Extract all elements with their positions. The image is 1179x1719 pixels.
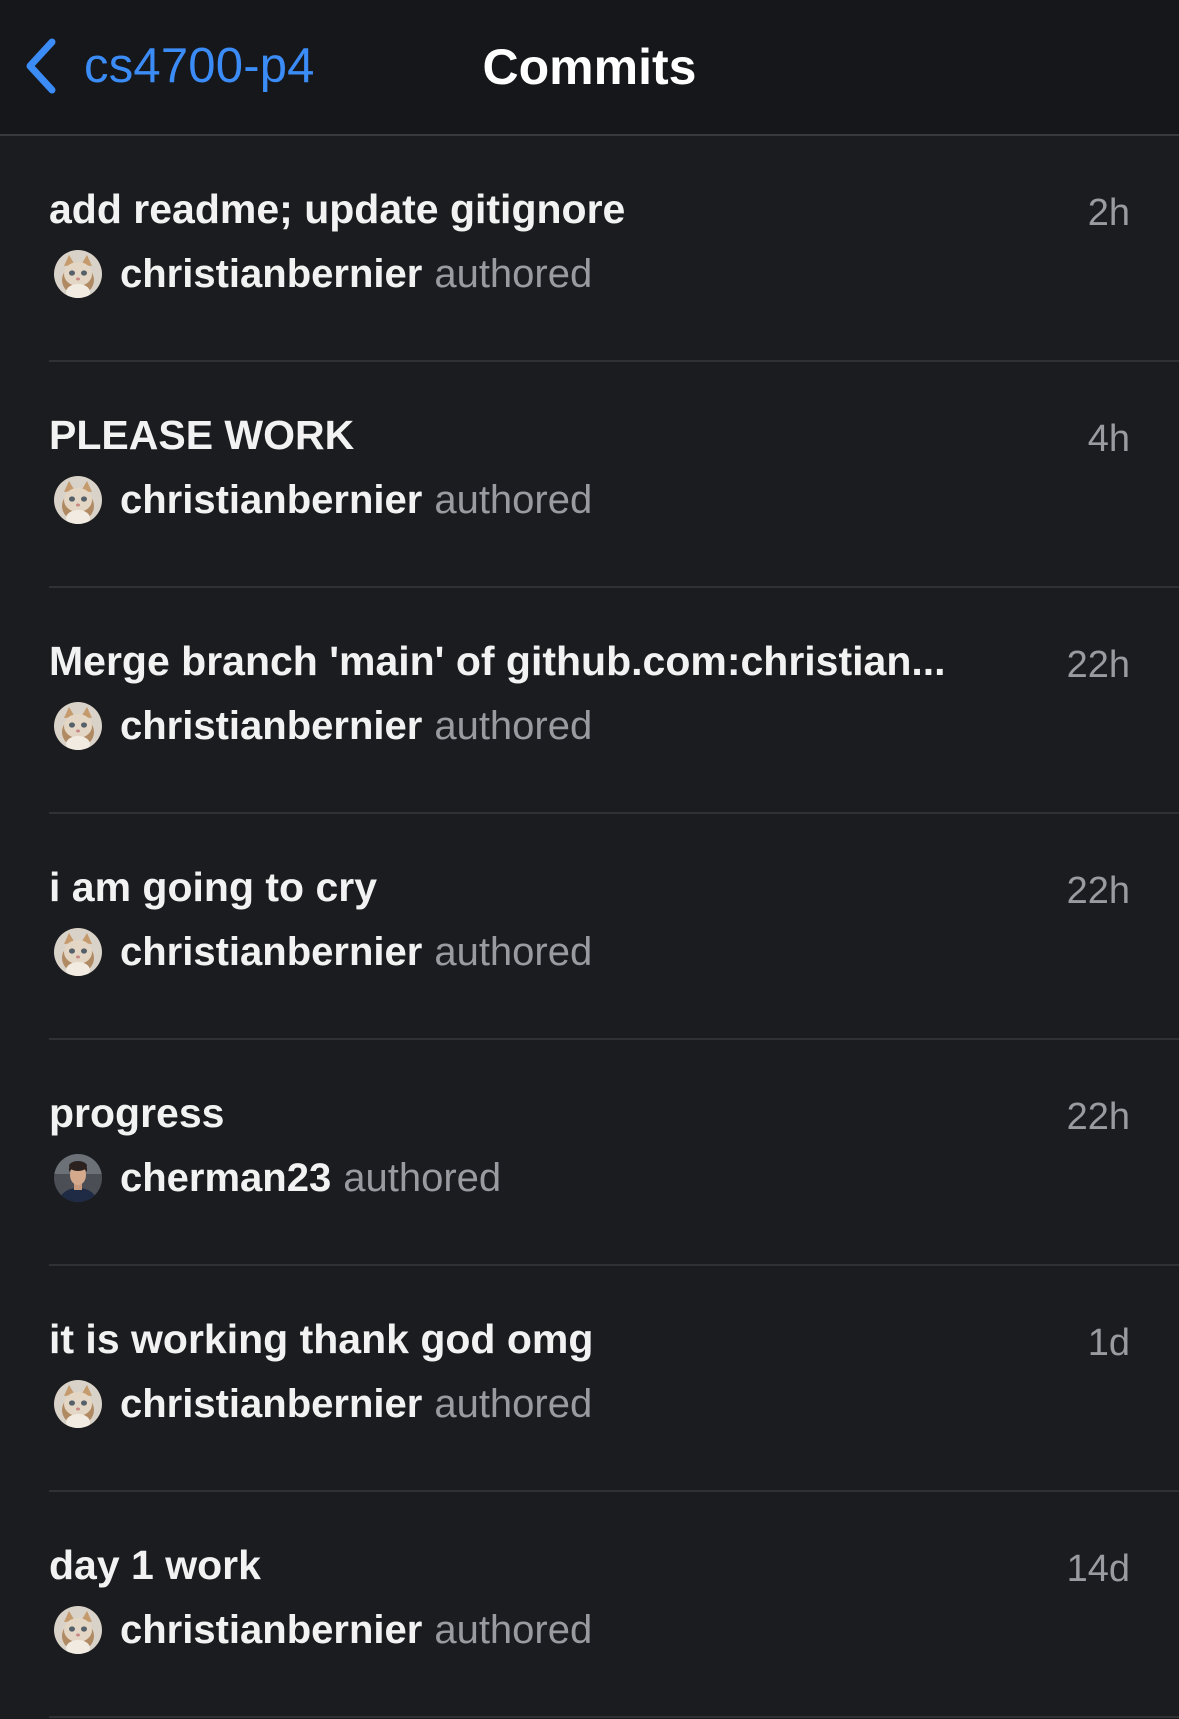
commit-time: 22h	[1066, 644, 1130, 686]
commit-author-line: cherman23 authored	[54, 1150, 501, 1206]
commit-verb: authored	[343, 1155, 502, 1200]
commit-author-line: christianbernier authored	[54, 246, 592, 302]
commit-row[interactable]: day 1 work 14d christianbernier authored	[0, 1492, 1179, 1718]
commit-author-line: christianbernier authored	[54, 924, 592, 980]
navigation-bar: cs4700-p4 Commits	[0, 0, 1179, 136]
commit-author-line: christianbernier authored	[54, 698, 592, 754]
commit-row[interactable]: i am going to cry 22h christianbernier a…	[0, 814, 1179, 1040]
commit-row[interactable]: Merge branch 'main' of github.com:christ…	[0, 588, 1179, 814]
commit-message: add readme; update gitignore	[49, 186, 626, 232]
commit-author-line: christianbernier authored	[54, 1376, 592, 1432]
commit-verb: authored	[434, 1381, 593, 1426]
commit-author[interactable]: christianbernier	[120, 704, 422, 749]
commit-row[interactable]: PLEASE WORK 4h christianbernier authored	[0, 362, 1179, 588]
commit-verb: authored	[434, 477, 593, 522]
commit-row[interactable]: progress 22h cherman23 authored	[0, 1040, 1179, 1266]
commit-author[interactable]: christianbernier	[120, 478, 422, 523]
avatar-cat[interactable]	[54, 250, 102, 298]
commit-author-line: christianbernier authored	[54, 1602, 592, 1658]
commit-verb: authored	[434, 1607, 593, 1652]
avatar-cat[interactable]	[54, 476, 102, 524]
commit-author[interactable]: cherman23	[120, 1156, 331, 1201]
commit-verb: authored	[434, 929, 593, 974]
commit-time: 14d	[1066, 1548, 1130, 1590]
page-title: Commits	[482, 39, 697, 95]
commit-message: Merge branch 'main' of github.com:christ…	[49, 638, 946, 684]
commit-message: PLEASE WORK	[49, 412, 355, 458]
commit-author[interactable]: christianbernier	[120, 930, 422, 975]
commit-message: day 1 work	[49, 1542, 261, 1588]
commit-message: i am going to cry	[49, 864, 378, 910]
avatar-cat[interactable]	[54, 1380, 102, 1428]
commit-author[interactable]: christianbernier	[120, 1382, 422, 1427]
avatar-cat[interactable]	[54, 928, 102, 976]
commit-message: it is working thank god omg	[49, 1316, 594, 1362]
avatar-cat[interactable]	[54, 1606, 102, 1654]
commit-time: 4h	[1087, 418, 1130, 460]
commit-list: add readme; update gitignore 2h christia…	[0, 136, 1179, 1718]
commit-time: 22h	[1066, 870, 1130, 912]
avatar-person[interactable]	[54, 1154, 102, 1202]
commit-author[interactable]: christianbernier	[120, 1608, 422, 1653]
avatar-cat[interactable]	[54, 702, 102, 750]
commit-row[interactable]: add readme; update gitignore 2h christia…	[0, 136, 1179, 362]
commit-verb: authored	[434, 251, 593, 296]
commit-row[interactable]: it is working thank god omg 1d christian…	[0, 1266, 1179, 1492]
commit-time: 22h	[1066, 1096, 1130, 1138]
commit-verb: authored	[434, 703, 593, 748]
commit-author-line: christianbernier authored	[54, 472, 592, 528]
commit-time: 2h	[1087, 192, 1130, 234]
commit-message: progress	[49, 1090, 225, 1136]
commit-author[interactable]: christianbernier	[120, 252, 422, 297]
commit-time: 1d	[1087, 1322, 1130, 1364]
